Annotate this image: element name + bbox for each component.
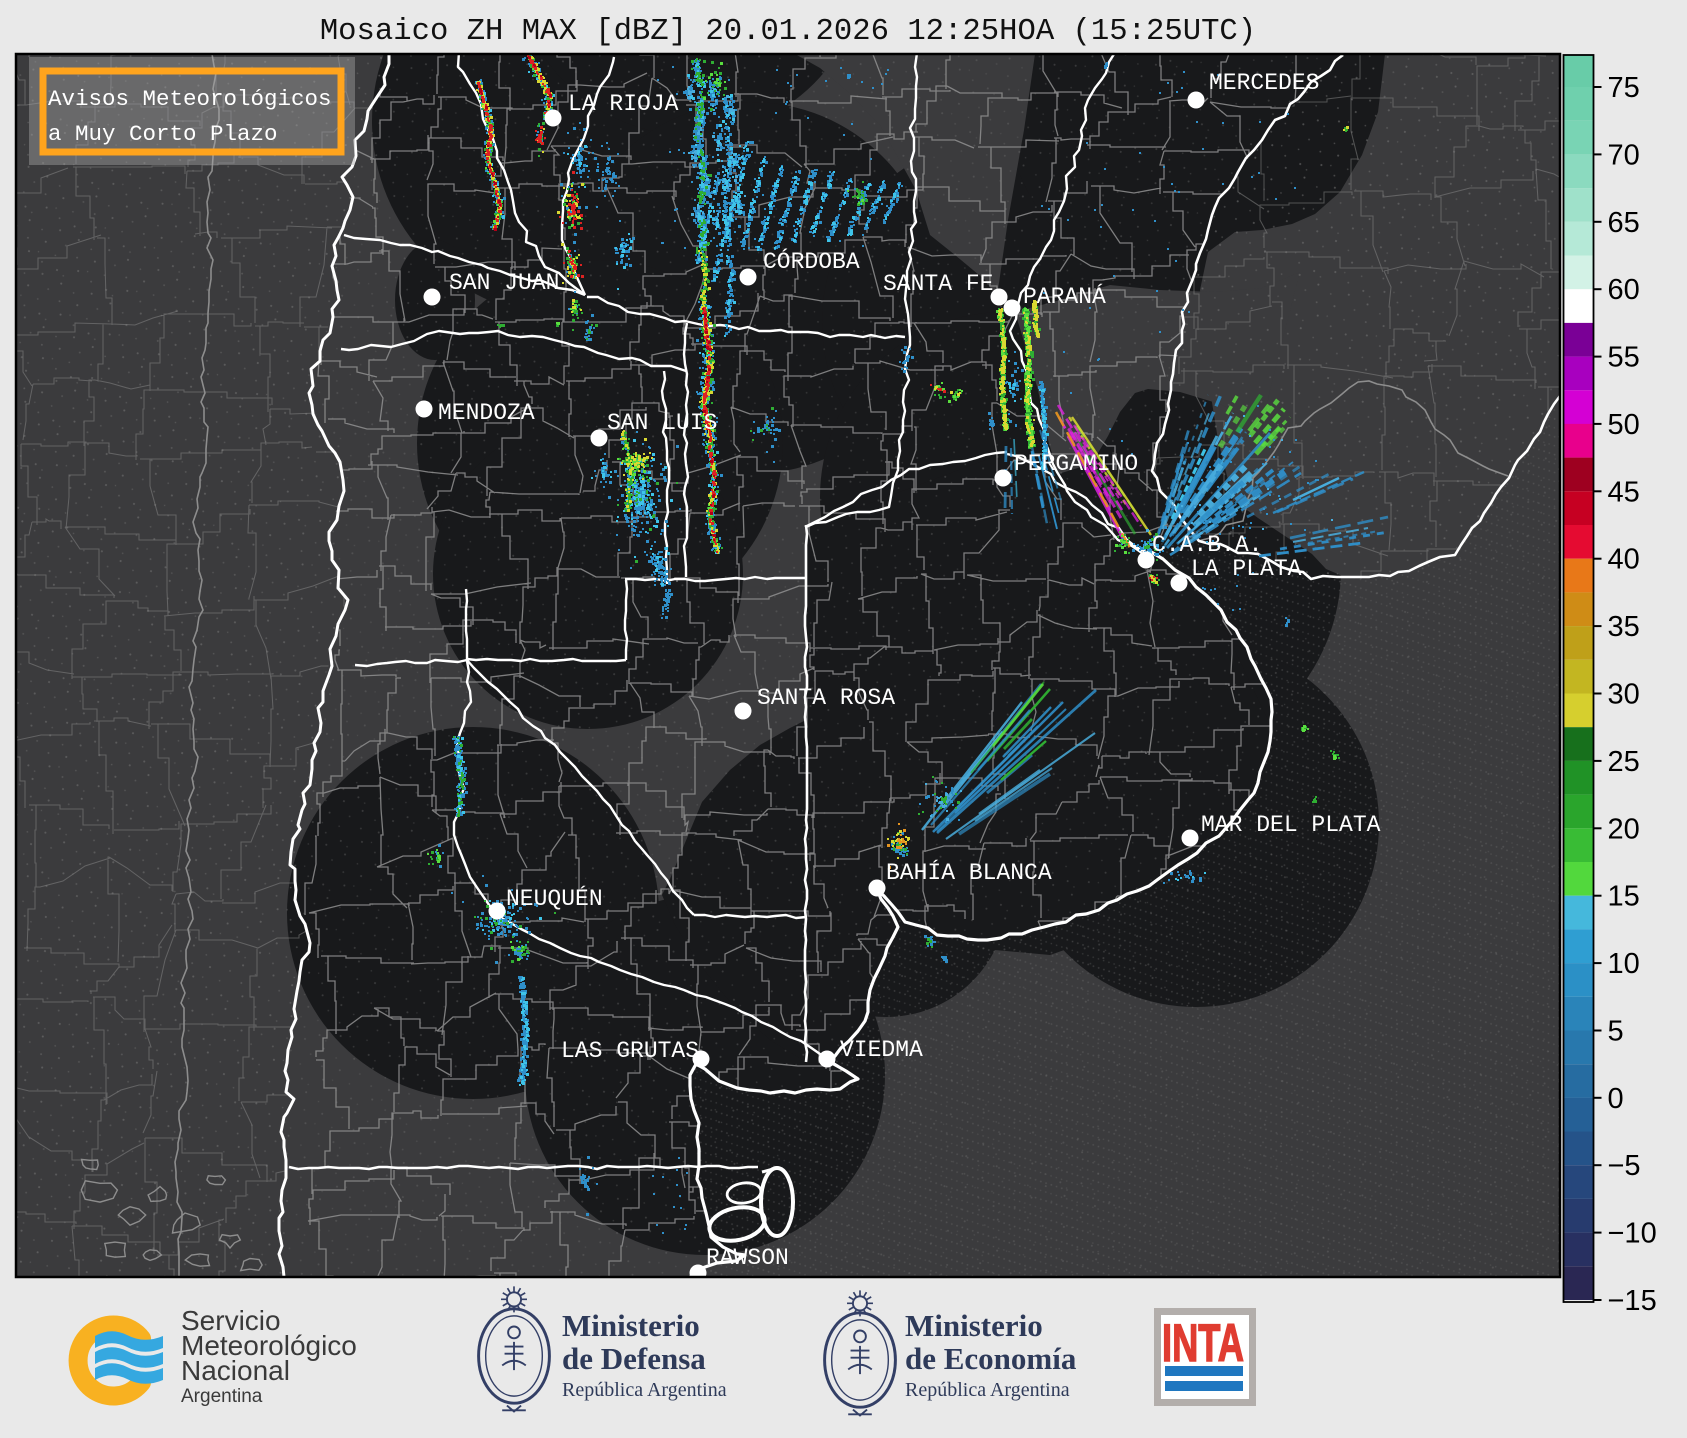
svg-text:SANTA FE: SANTA FE	[883, 271, 993, 297]
svg-text:10: 10	[1608, 948, 1640, 980]
svg-text:75: 75	[1608, 72, 1640, 104]
svg-text:de Economía: de Economía	[905, 1341, 1077, 1376]
svg-text:Nacional: Nacional	[181, 1355, 290, 1386]
svg-text:VIEDMA: VIEDMA	[840, 1037, 923, 1063]
svg-text:5: 5	[1608, 1016, 1624, 1048]
svg-text:BAHÍA BLANCA: BAHÍA BLANCA	[886, 859, 1052, 886]
svg-text:PERGAMINO: PERGAMINO	[1014, 451, 1138, 477]
svg-text:35: 35	[1608, 611, 1640, 643]
svg-text:CÓRDOBA: CÓRDOBA	[763, 247, 860, 275]
svg-text:de Defensa: de Defensa	[562, 1341, 706, 1376]
svg-text:40: 40	[1608, 544, 1640, 576]
svg-text:45: 45	[1608, 476, 1640, 508]
svg-text:RAWSON: RAWSON	[706, 1245, 789, 1271]
svg-text:55: 55	[1608, 342, 1640, 374]
svg-text:−15: −15	[1608, 1285, 1657, 1317]
svg-text:INTA: INTA	[1162, 1315, 1244, 1373]
svg-text:70: 70	[1608, 139, 1640, 171]
svg-text:25: 25	[1608, 746, 1640, 778]
svg-text:PARANÁ: PARANÁ	[1023, 283, 1106, 310]
svg-text:Mosaico ZH MAX [dBZ] 20.01.202: Mosaico ZH MAX [dBZ] 20.01.2026 12:25HOA…	[320, 15, 1256, 49]
svg-text:República Argentina: República Argentina	[562, 1379, 727, 1401]
svg-text:65: 65	[1608, 207, 1640, 239]
svg-text:Ministerio: Ministerio	[562, 1308, 700, 1343]
svg-text:15: 15	[1608, 881, 1640, 913]
svg-text:LA PLATA: LA PLATA	[1191, 556, 1302, 582]
svg-text:MERCEDES: MERCEDES	[1209, 70, 1319, 96]
svg-text:−5: −5	[1608, 1150, 1641, 1182]
svg-text:República Argentina: República Argentina	[905, 1379, 1070, 1401]
svg-text:50: 50	[1608, 409, 1640, 441]
svg-text:20: 20	[1608, 813, 1640, 845]
svg-text:LAS GRUTAS: LAS GRUTAS	[561, 1038, 699, 1064]
svg-text:MENDOZA: MENDOZA	[438, 400, 535, 426]
svg-text:a Muy Corto Plazo: a Muy Corto Plazo	[48, 121, 278, 147]
svg-text:SANTA ROSA: SANTA ROSA	[757, 685, 895, 711]
svg-text:MAR DEL PLATA: MAR DEL PLATA	[1201, 812, 1381, 838]
svg-text:NEUQUÉN: NEUQUÉN	[506, 885, 603, 912]
svg-text:Ministerio: Ministerio	[905, 1308, 1043, 1343]
svg-text:60: 60	[1608, 274, 1640, 306]
svg-text:LA RIOJA: LA RIOJA	[568, 91, 679, 117]
svg-text:SAN JUAN: SAN JUAN	[449, 270, 559, 296]
svg-text:Argentina: Argentina	[181, 1386, 263, 1407]
svg-text:C.A.B.A.: C.A.B.A.	[1152, 532, 1262, 558]
svg-text:SAN LUIS: SAN LUIS	[607, 410, 717, 436]
svg-text:Avisos Meteorológicos: Avisos Meteorológicos	[48, 86, 332, 112]
svg-text:−10: −10	[1608, 1218, 1657, 1250]
svg-text:30: 30	[1608, 679, 1640, 711]
svg-text:0: 0	[1608, 1083, 1624, 1115]
